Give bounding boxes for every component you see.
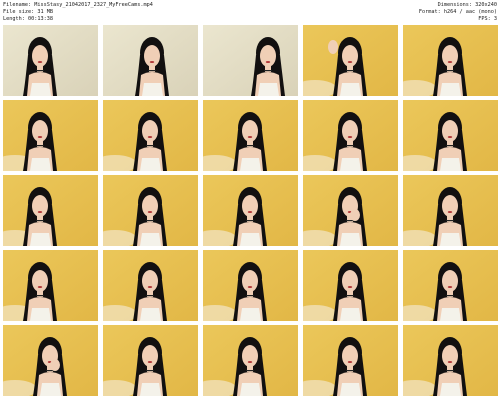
frame-image [403, 100, 498, 171]
video-thumbnail [403, 100, 498, 171]
thumbnail-grid [3, 25, 498, 396]
video-thumbnail [303, 250, 398, 321]
frame-image [403, 25, 498, 96]
contact-sheet: Filename: MissStasy_21042017_2327_MyFree… [0, 0, 500, 403]
frame-image [203, 325, 298, 396]
frame-image [103, 25, 198, 96]
frame-image [203, 100, 298, 171]
frame-image [3, 175, 98, 246]
video-thumbnail [203, 325, 298, 396]
frame-image [3, 100, 98, 171]
length-label: Length: 00:13:38 [3, 16, 53, 22]
frame-image [303, 175, 398, 246]
video-thumbnail [103, 175, 198, 246]
video-thumbnail [303, 25, 398, 96]
video-thumbnail [3, 250, 98, 321]
video-thumbnail [303, 325, 398, 396]
frame-image [203, 175, 298, 246]
frame-image [103, 250, 198, 321]
video-thumbnail [403, 325, 498, 396]
video-thumbnail [403, 25, 498, 96]
video-thumbnail [103, 25, 198, 96]
metadata-left: Filename: MissStasy_21042017_2327_MyFree… [3, 2, 153, 23]
video-thumbnail [303, 100, 398, 171]
video-thumbnail [103, 100, 198, 171]
video-thumbnail [3, 175, 98, 246]
video-thumbnail [403, 250, 498, 321]
dimensions-label: Dimensions: 320x240 [437, 2, 497, 8]
video-thumbnail [3, 100, 98, 171]
frame-image [103, 325, 198, 396]
format-label: Format: h264 / aac (mono) [418, 9, 497, 15]
filename-label: Filename: MissStasy_21042017_2327_MyFree… [3, 2, 153, 8]
frame-image [3, 325, 98, 396]
video-thumbnail [303, 175, 398, 246]
frame-image [303, 100, 398, 171]
metadata-header: Filename: MissStasy_21042017_2327_MyFree… [3, 2, 497, 24]
video-thumbnail [3, 325, 98, 396]
video-thumbnail [103, 250, 198, 321]
filesize-label: File size: 31 MB [3, 9, 53, 15]
video-thumbnail [203, 250, 298, 321]
frame-image [403, 250, 498, 321]
frame-image [303, 25, 398, 96]
frame-image [303, 250, 398, 321]
frame-image [103, 100, 198, 171]
metadata-right: Dimensions: 320x240 Format: h264 / aac (… [419, 2, 497, 23]
video-thumbnail [203, 25, 298, 96]
frame-image [403, 325, 498, 396]
frame-image [3, 250, 98, 321]
frame-image [3, 25, 98, 96]
frame-image [303, 325, 398, 396]
frame-image [403, 175, 498, 246]
frame-image [203, 250, 298, 321]
fps-label: FPS: 3 [478, 16, 497, 22]
frame-image [203, 25, 298, 96]
video-thumbnail [103, 325, 198, 396]
video-thumbnail [203, 175, 298, 246]
video-thumbnail [403, 175, 498, 246]
frame-image [103, 175, 198, 246]
video-thumbnail [203, 100, 298, 171]
video-thumbnail [3, 25, 98, 96]
